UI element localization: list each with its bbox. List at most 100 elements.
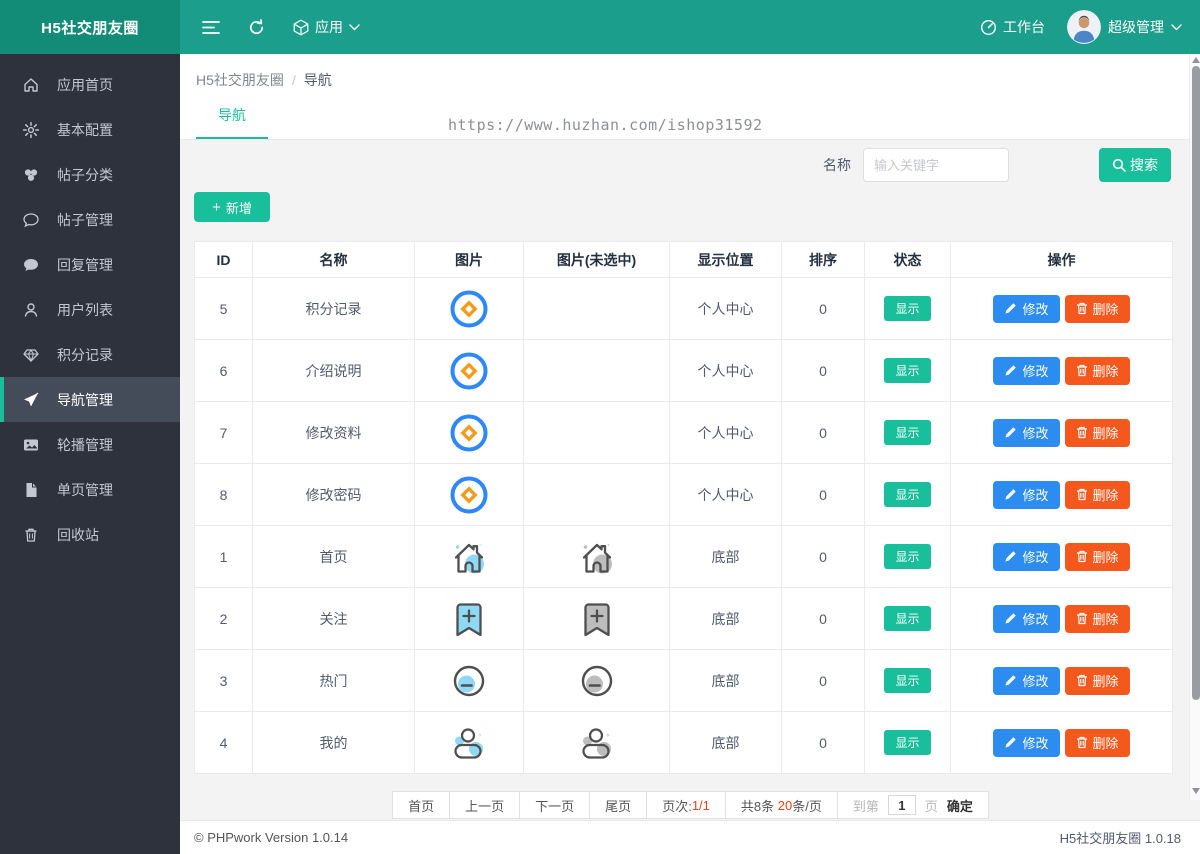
cell-sort: 0: [781, 277, 865, 340]
sidebar-item-nav-manage[interactable]: 导航管理: [0, 377, 180, 422]
table-row: 4 我的 底部 0 显示 修改 删除: [194, 711, 1173, 774]
table-row: 8 修改密码 个人中心 0 显示 修改 删除: [194, 463, 1173, 526]
cell-actions: 修改 删除: [950, 525, 1173, 588]
sidebar-item-post-manage[interactable]: 帖子管理: [0, 197, 180, 242]
edit-button[interactable]: 修改: [993, 480, 1060, 509]
cell-name: 热门: [252, 649, 415, 712]
delete-button[interactable]: 删除: [1064, 666, 1130, 695]
scroll-down-arrow-icon[interactable]: [1192, 788, 1200, 794]
edit-button[interactable]: 修改: [993, 666, 1060, 695]
pencil-icon: [1004, 736, 1017, 749]
edit-button[interactable]: 修改: [993, 728, 1060, 757]
cell-actions: 修改 删除: [950, 649, 1173, 712]
page-goto: 到第 1 页 确定: [836, 791, 989, 819]
page-next-button[interactable]: 下一页: [519, 791, 591, 819]
column-header: 操作: [950, 241, 1173, 278]
cell-id: 5: [194, 277, 253, 340]
cell-status: 显示: [864, 711, 951, 774]
page-confirm-button[interactable]: 确定: [947, 796, 973, 815]
search-button[interactable]: 搜索: [1099, 148, 1171, 182]
status-badge: 显示: [884, 730, 931, 755]
delete-button[interactable]: 删除: [1064, 542, 1130, 571]
delete-button[interactable]: 删除: [1064, 356, 1130, 385]
pencil-icon: [1004, 488, 1017, 501]
category-icon: [22, 166, 40, 184]
cell-id: 2: [194, 587, 253, 650]
edit-button[interactable]: 修改: [993, 418, 1060, 447]
delete-button[interactable]: 删除: [1064, 294, 1130, 323]
edit-button[interactable]: 修改: [993, 356, 1060, 385]
page-info: 页次: 1/1: [646, 791, 726, 819]
cell-name: 我的: [252, 711, 415, 774]
cell-image-unselected: [523, 711, 670, 774]
sidebar-item-page-manage[interactable]: 单页管理: [0, 467, 180, 512]
refresh-icon[interactable]: [248, 18, 265, 36]
topbar: H5社交朋友圈 应用 工作台 超级管理: [0, 0, 1200, 54]
cell-actions: 修改 删除: [950, 277, 1173, 340]
delete-button[interactable]: 删除: [1064, 418, 1130, 447]
edit-button[interactable]: 修改: [993, 542, 1060, 571]
cell-image: [414, 711, 524, 774]
edit-button[interactable]: 修改: [993, 604, 1060, 633]
scrollbar-thumb[interactable]: [1192, 66, 1200, 700]
scroll-up-arrow-icon[interactable]: [1192, 57, 1200, 63]
scrollbar[interactable]: [1189, 54, 1200, 800]
trash-icon: [1076, 550, 1088, 563]
cell-name: 首页: [252, 525, 415, 588]
pencil-icon: [1004, 302, 1017, 315]
breadcrumb-root[interactable]: H5社交朋友圈: [196, 72, 284, 88]
delete-button[interactable]: 删除: [1064, 480, 1130, 509]
cell-name: 关注: [252, 587, 415, 650]
coin-icon: [447, 287, 491, 331]
page-last-button[interactable]: 尾页: [589, 791, 648, 819]
trash-icon: [1076, 426, 1088, 439]
sidebar-item-basic-config[interactable]: 基本配置: [0, 107, 180, 152]
cell-actions: 修改 删除: [950, 463, 1173, 526]
cell-id: 3: [194, 649, 253, 712]
status-badge: 显示: [884, 296, 931, 321]
page-first-button[interactable]: 首页: [392, 791, 451, 819]
cell-image-unselected: [523, 587, 670, 650]
cell-image: [414, 463, 524, 526]
cell-position: 个人中心: [669, 463, 782, 526]
table-body: 5 积分记录 个人中心 0 显示 修改 删除 6 介绍说明 个人中心 0 显示 修改 删除 7 修改资料 个人中…: [194, 277, 1173, 774]
cell-image-unselected: [523, 401, 670, 464]
sidebar-item-carousel-manage[interactable]: 轮播管理: [0, 422, 180, 467]
breadcrumb: H5社交朋友圈 / 导航: [196, 70, 1181, 90]
cell-id: 4: [194, 711, 253, 774]
column-header: 显示位置: [669, 241, 782, 278]
search-input[interactable]: [863, 148, 1009, 182]
sidebar-item-app-home[interactable]: 应用首页: [0, 62, 180, 107]
trash-icon: [22, 526, 40, 544]
cell-id: 1: [194, 525, 253, 588]
sidebar-item-post-category[interactable]: 帖子分类: [0, 152, 180, 197]
sidebar-item-user-list[interactable]: 用户列表: [0, 287, 180, 332]
user-icon: [22, 301, 40, 319]
collapse-menu-icon[interactable]: [202, 20, 220, 35]
sidebar-item-recycle-bin[interactable]: 回收站: [0, 512, 180, 557]
workbench-label: 工作台: [1003, 19, 1045, 35]
sidebar-item-points-record[interactable]: 积分记录: [0, 332, 180, 377]
tab-nav[interactable]: 导航: [196, 105, 268, 139]
user-menu[interactable]: 超级管理: [1067, 10, 1182, 44]
status-badge: 显示: [884, 668, 931, 693]
delete-button[interactable]: 删除: [1064, 604, 1130, 633]
cell-name: 积分记录: [252, 277, 415, 340]
pencil-icon: [1004, 612, 1017, 625]
cell-image-unselected: [523, 463, 670, 526]
cell-status: 显示: [864, 587, 951, 650]
edit-button[interactable]: 修改: [993, 294, 1060, 323]
page-prev-button[interactable]: 上一页: [449, 791, 521, 819]
cell-position: 底部: [669, 649, 782, 712]
table-row: 5 积分记录 个人中心 0 显示 修改 删除: [194, 277, 1173, 340]
workbench-button[interactable]: 工作台: [980, 17, 1045, 37]
cell-name: 修改资料: [252, 401, 415, 464]
cell-id: 7: [194, 401, 253, 464]
add-button[interactable]: + 新增: [194, 192, 270, 222]
delete-button[interactable]: 删除: [1064, 728, 1130, 757]
cell-sort: 0: [781, 587, 865, 650]
app-menu[interactable]: 应用: [293, 17, 360, 37]
page-number-input[interactable]: 1: [887, 795, 916, 815]
sidebar-item-reply-manage[interactable]: 回复管理: [0, 242, 180, 287]
home-nav-icon: [446, 534, 492, 580]
